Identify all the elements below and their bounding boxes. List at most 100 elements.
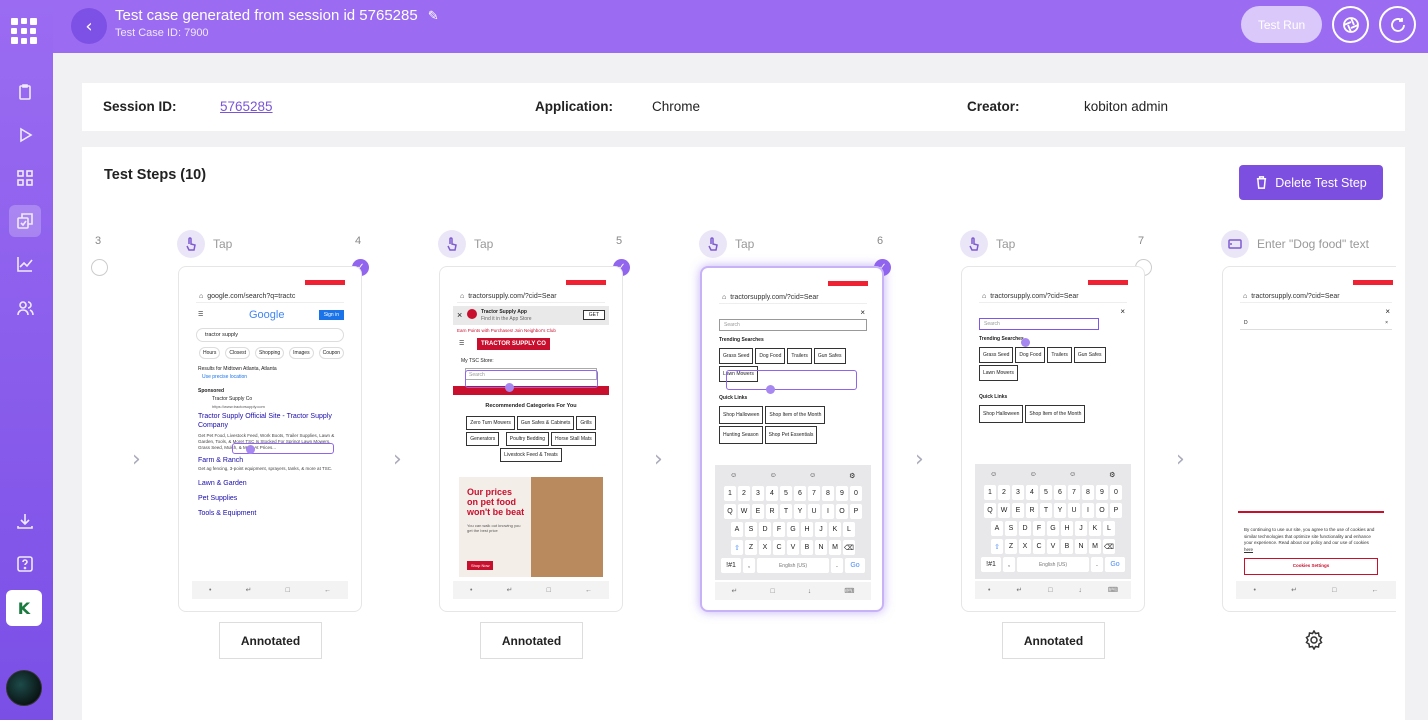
refresh-button[interactable] (1379, 6, 1416, 43)
url-text: tractorsupply.com/?cid=Sear (468, 292, 557, 300)
category-tag: Grills (576, 416, 596, 430)
session-id-label: Session ID: (103, 99, 177, 114)
application-value: Chrome (652, 99, 701, 114)
result-link: Farm & Ranch (198, 457, 244, 464)
keyboard-input-icon (1221, 230, 1249, 258)
key: 4 (1026, 485, 1038, 500)
tap-dot (766, 385, 775, 394)
space-key: English (US) (1017, 557, 1089, 572)
trending-tag: Dog Food (755, 348, 786, 364)
user-avatar[interactable] (6, 670, 42, 706)
step-screenshot-card-selected[interactable]: ⌂ tractorsupply.com/?cid=Sear × Search Tr… (700, 266, 884, 612)
sign-in-button: Sign in (318, 310, 344, 320)
url-text: tractorsupply.com/?cid=Sear (990, 292, 1079, 300)
result-link: Pet Supplies (198, 495, 238, 502)
aperture-button[interactable] (1332, 6, 1369, 43)
trending-tag: Lawn Mowers (979, 365, 1018, 381)
clipboard-icon[interactable] (9, 76, 41, 108)
tap-dot (505, 383, 514, 392)
key: Go (845, 558, 865, 573)
key: B (1061, 539, 1073, 554)
back-button[interactable]: ‹ (71, 8, 107, 44)
step-screenshot-card[interactable]: ⌂ tractorsupply.com/?cid=Sear × D × By con… (1222, 266, 1396, 612)
download-icon[interactable] (9, 505, 41, 537)
step-screenshot-card[interactable]: ⌂ tractorsupply.com/?cid=Sear × Tractor S… (439, 266, 623, 612)
delete-test-step-button[interactable]: Delete Test Step (1239, 165, 1383, 200)
trending-tag: Grass Seed (979, 347, 1014, 363)
quick-tag: Shop Item of the Month (765, 406, 826, 424)
device-screenshot: ⌂ tractorsupply.com/?cid=Sear × Search Tr… (975, 279, 1131, 599)
key: 7 (808, 486, 820, 501)
key: 6 (1054, 485, 1066, 500)
action-label: Tap (996, 237, 1016, 251)
chip: Images (289, 347, 314, 359)
cookies-settings-button: Cookies Settings (1244, 558, 1378, 575)
test-cases-icon[interactable] (9, 205, 41, 237)
precise-location: Use precise location (202, 374, 248, 380)
gear-icon[interactable] (1304, 629, 1324, 651)
annotated-button[interactable]: Annotated (480, 622, 583, 659)
results-for: Results for Midtown Atlanta, Atlanta (198, 366, 277, 372)
session-id-link[interactable]: 5765285 (220, 99, 273, 114)
step-action: Tap (177, 230, 232, 258)
step-action: Tap (960, 230, 1015, 258)
help-icon[interactable] (9, 548, 41, 580)
step-select-radio[interactable] (91, 259, 108, 276)
edit-pencil-icon[interactable]: ✎ (428, 8, 439, 23)
steps-strip[interactable]: 3 4 5 6 7 ✓ ✓ ✓ Tap Tap Tap Tap Enter "D… (82, 222, 1396, 682)
tap-icon (177, 230, 205, 258)
chart-icon[interactable] (9, 248, 41, 280)
step-action: Tap (438, 230, 493, 258)
search-field: Search (719, 319, 867, 331)
annotated-button[interactable]: Annotated (1002, 622, 1105, 659)
chip: Shopping (255, 347, 285, 359)
key: 5 (780, 486, 792, 501)
result-title: Tractor Supply Official Site - Tractor S… (198, 413, 332, 429)
step-screenshot-card[interactable]: ⌂ google.com/search?q=tractc ☰ Google Sig… (178, 266, 362, 612)
tap-highlight (726, 370, 857, 390)
key: K (1089, 521, 1101, 536)
chevron-right-icon: › (1176, 447, 1185, 472)
annotated-button[interactable]: Annotated (219, 622, 322, 659)
creator-value: kobiton admin (1084, 99, 1169, 114)
step-number: 4 (355, 235, 362, 247)
key: 1 (724, 486, 736, 501)
key: L (1103, 521, 1115, 536)
grid-icon[interactable] (9, 162, 41, 194)
key: 6 (794, 486, 806, 501)
key: !#1 (721, 558, 741, 573)
chip: Coupon (318, 347, 345, 359)
key: Y (794, 504, 806, 519)
step-screenshot-card[interactable]: ⌂ tractorsupply.com/?cid=Sear × Search Tr… (961, 266, 1145, 612)
key: C (1033, 539, 1045, 554)
test-run-button[interactable]: Test Run (1241, 6, 1322, 43)
key: 9 (1096, 485, 1108, 500)
key: T (780, 504, 792, 519)
promo-line: Our prices (467, 487, 513, 497)
recommended: Recommended Categories For You (485, 403, 577, 409)
url-text: tractorsupply.com/?cid=Sear (1251, 292, 1340, 300)
key: T (1040, 503, 1052, 518)
space-key: English (US) (757, 558, 829, 573)
trending-tag: Dog Food (1015, 347, 1046, 363)
site-name: Tractor Supply Co (212, 396, 253, 402)
play-icon[interactable] (9, 119, 41, 151)
trash-icon (1257, 176, 1267, 189)
promo-small: You can walk out knowing you get the bes… (467, 523, 521, 533)
tap-icon (438, 230, 466, 258)
creator-label: Creator: (967, 99, 1020, 114)
org-letter: K (17, 598, 31, 618)
result-desc: Get ag fencing, 3-point equipment, spray… (198, 466, 333, 471)
key: Z (745, 540, 757, 555)
kobiton-logo-icon[interactable] (9, 16, 39, 46)
key: F (1033, 521, 1045, 536)
users-icon[interactable] (9, 292, 41, 324)
trending-tag: Trailers (1047, 347, 1072, 363)
trending-tag: Gun Safes (1073, 347, 1106, 363)
category-tag: Zero Turn Mowers (466, 416, 515, 430)
tap-dot (246, 445, 255, 454)
key: 7 (1068, 485, 1080, 500)
quick-links-heading: Quick Links (979, 394, 1008, 400)
org-avatar[interactable]: K (6, 590, 42, 626)
device-screenshot: ⌂ tractorsupply.com/?cid=Sear × Search Tr… (715, 280, 871, 600)
